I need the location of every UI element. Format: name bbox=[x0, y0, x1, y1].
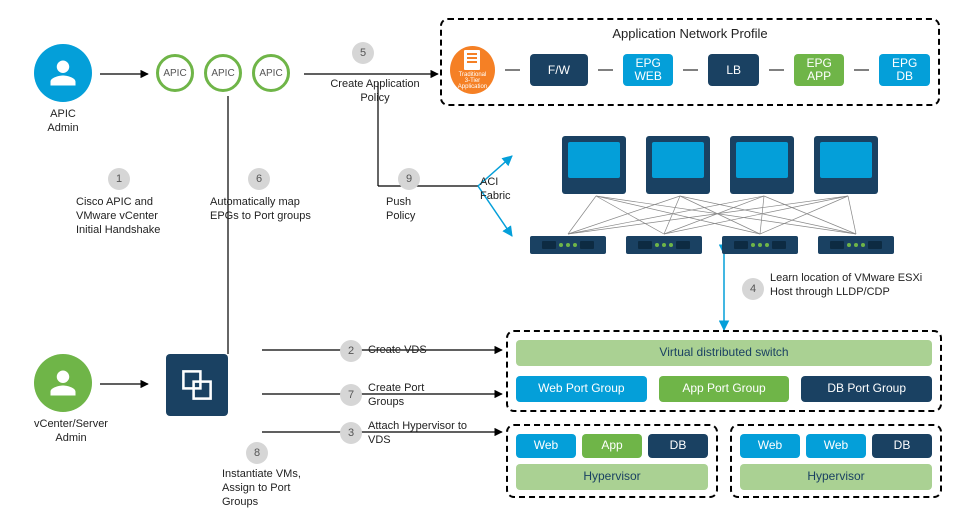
step-3-badge: 3 bbox=[340, 422, 362, 444]
vm-web: Web bbox=[516, 434, 576, 458]
vm-web: Web bbox=[740, 434, 800, 458]
step-1-label: Cisco APIC and VMware vCenter Initial Ha… bbox=[76, 196, 172, 237]
leaf-switch-icon bbox=[818, 236, 894, 254]
leaf-switch-icon bbox=[626, 236, 702, 254]
step-6-badge: 6 bbox=[248, 168, 270, 190]
hypervisor-box: Web App DB Hypervisor bbox=[506, 424, 718, 498]
vds-title: Virtual distributed switch bbox=[516, 340, 932, 366]
step-2-label: Create VDS bbox=[368, 344, 427, 358]
apic-node: APIC bbox=[204, 54, 242, 92]
spine-switch-icon bbox=[646, 136, 710, 194]
apic-cluster: APIC APIC APIC bbox=[156, 54, 290, 92]
spine-switch-icon bbox=[814, 136, 878, 194]
step-1-badge: 1 bbox=[108, 168, 130, 190]
aci-fabric-label: ACI Fabric bbox=[480, 176, 524, 204]
hypervisor-box: Web Web DB Hypervisor bbox=[730, 424, 942, 498]
epg-app-box: EPG APP bbox=[794, 54, 845, 86]
apic-admin-label: APIC Admin bbox=[34, 108, 92, 136]
vmware-icon bbox=[166, 354, 228, 416]
leaf-switch-icon bbox=[530, 236, 606, 254]
vcenter-admin: vCenter/Server Admin bbox=[34, 354, 108, 446]
web-port-group: Web Port Group bbox=[516, 376, 647, 402]
step-5-badge: 5 bbox=[352, 42, 374, 64]
apic-node: APIC bbox=[156, 54, 194, 92]
step-7-label: Create Port Groups bbox=[368, 382, 438, 410]
step-5-label: Create Application Policy bbox=[320, 78, 430, 106]
step-2-badge: 2 bbox=[340, 340, 362, 362]
user-icon bbox=[34, 44, 92, 102]
step-4-badge: 4 bbox=[742, 278, 764, 300]
lb-box: LB bbox=[708, 54, 759, 86]
apic-node: APIC bbox=[252, 54, 290, 92]
step-6-label: Automatically map EPGs to Port groups bbox=[210, 196, 320, 224]
step-4-label: Learn location of VMware ESXi Host throu… bbox=[770, 272, 940, 300]
step-9-label: Push Policy bbox=[386, 196, 436, 224]
vm-app: App bbox=[582, 434, 642, 458]
vm-web: Web bbox=[806, 434, 866, 458]
user-icon bbox=[34, 354, 92, 412]
vcenter-admin-label: vCenter/Server Admin bbox=[34, 418, 108, 446]
step-9-badge: 9 bbox=[398, 168, 420, 190]
app-port-group: App Port Group bbox=[659, 376, 790, 402]
vds-box: Virtual distributed switch Web Port Grou… bbox=[506, 330, 942, 412]
epg-db-box: EPG DB bbox=[879, 54, 930, 86]
step-8-badge: 8 bbox=[246, 442, 268, 464]
step-3-label: Attach Hypervisor to VDS bbox=[368, 420, 478, 448]
db-port-group: DB Port Group bbox=[801, 376, 932, 402]
vm-db: DB bbox=[648, 434, 708, 458]
leaf-row bbox=[530, 236, 894, 254]
anp-box: Application Network Profile Traditional … bbox=[440, 18, 940, 106]
fw-box: F/W bbox=[530, 54, 588, 86]
hypervisor-label: Hypervisor bbox=[740, 464, 932, 490]
vm-db: DB bbox=[872, 434, 932, 458]
step-8-label: Instantiate VMs, Assign to Port Groups bbox=[222, 468, 322, 509]
traditional-app-icon: Traditional 3-Tier Application bbox=[450, 46, 495, 94]
spine-switch-icon bbox=[730, 136, 794, 194]
spine-switch-icon bbox=[562, 136, 626, 194]
leaf-switch-icon bbox=[722, 236, 798, 254]
apic-admin: APIC Admin bbox=[34, 44, 92, 136]
step-7-badge: 7 bbox=[340, 384, 362, 406]
epg-web-box: EPG WEB bbox=[623, 54, 674, 86]
spine-row bbox=[562, 136, 878, 194]
anp-title: Application Network Profile bbox=[450, 26, 930, 42]
hypervisor-label: Hypervisor bbox=[516, 464, 708, 490]
